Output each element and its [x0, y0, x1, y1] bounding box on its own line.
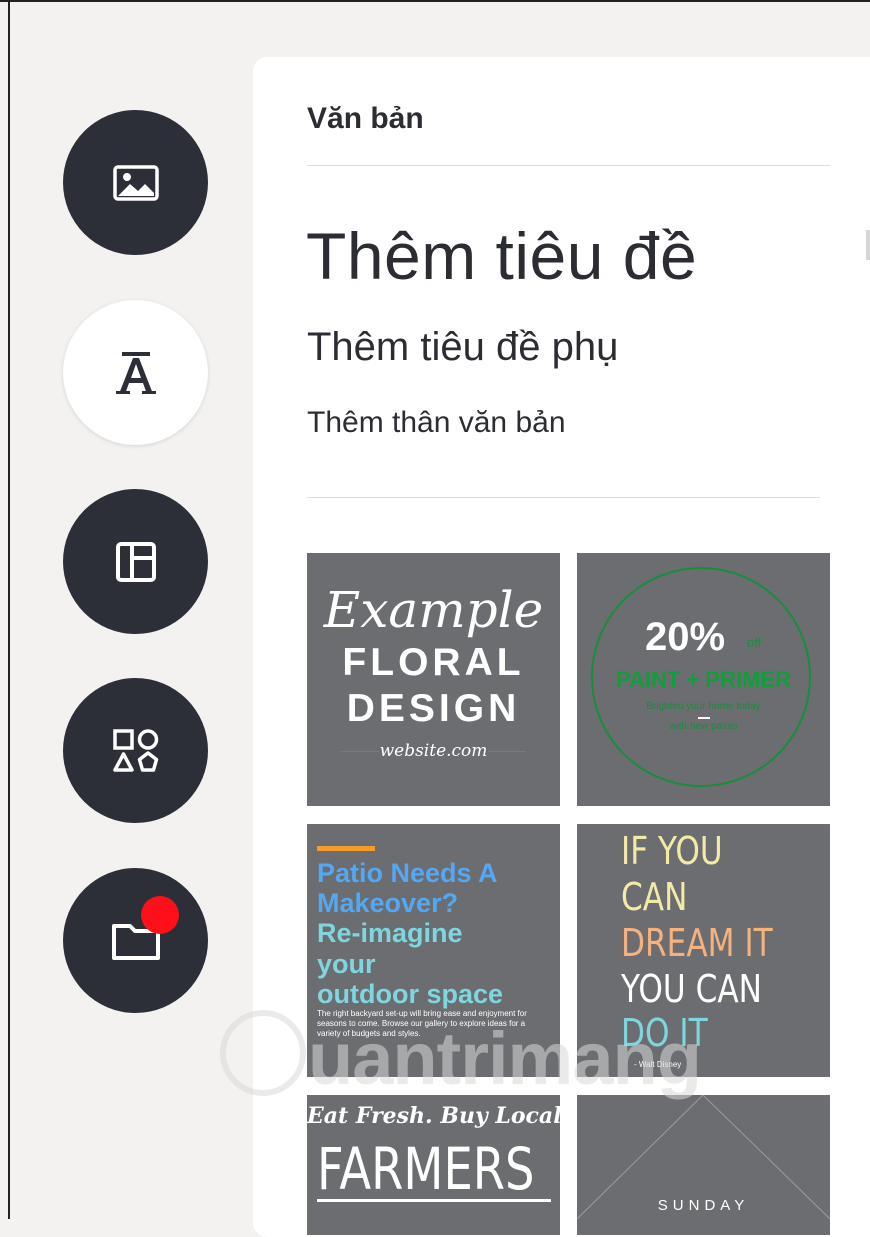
- template-text: IF YOU: [621, 829, 723, 873]
- template-script-text: Example: [323, 581, 544, 639]
- divider: [307, 165, 830, 166]
- add-body-text-button[interactable]: Thêm thân văn bản: [307, 406, 566, 440]
- template-text: with new paints: [669, 721, 738, 732]
- template-text: website.com: [379, 741, 488, 761]
- decorative-lines: [577, 1095, 830, 1220]
- divider: [307, 497, 820, 498]
- image-icon: [112, 164, 159, 201]
- window-left-border: [8, 0, 10, 1219]
- template-text: DESIGN: [346, 687, 521, 730]
- template-text: FARMERS: [317, 1135, 535, 1203]
- template-text: your: [317, 949, 376, 979]
- add-subheading-button[interactable]: Thêm tiêu đề phụ: [307, 325, 618, 370]
- sidebar-item-uploads[interactable]: [63, 868, 208, 1013]
- template-text: Makeover?: [317, 888, 459, 918]
- panel-title: Văn bản: [307, 102, 424, 135]
- template-text: Eat Fresh. Buy Local.: [307, 1103, 560, 1129]
- sidebar-item-text[interactable]: [63, 300, 208, 445]
- decorative-rule: [317, 1199, 551, 1202]
- sidebar-item-photos[interactable]: [63, 110, 208, 255]
- template-sunday[interactable]: SUNDAY: [577, 1095, 830, 1235]
- template-text: The right backyard set-up will bring eas…: [317, 1009, 527, 1038]
- sidebar-item-templates[interactable]: [63, 489, 208, 634]
- template-text: Re-imagine: [317, 918, 463, 948]
- notification-dot: [141, 896, 179, 934]
- template-text: DREAM IT: [621, 921, 773, 965]
- decorative-dash: [698, 717, 710, 719]
- template-text: outdoor space: [317, 979, 504, 1009]
- scroll-edge: [866, 230, 870, 260]
- template-dream-quote[interactable]: IF YOU CAN DREAM IT YOU CAN DO IT - Walt…: [577, 824, 830, 1077]
- template-text: FLORAL: [342, 641, 525, 684]
- template-text: YOU CAN: [621, 967, 762, 1011]
- template-text: SUNDAY: [657, 1197, 750, 1214]
- template-paint-primer[interactable]: 20% off PAINT + PRIMER Brighten your hom…: [577, 553, 830, 806]
- template-text: CAN: [621, 875, 688, 919]
- sidebar-item-elements[interactable]: [63, 678, 208, 823]
- layout-icon: [115, 541, 156, 582]
- template-text: Brighten your home today: [646, 701, 761, 712]
- template-text: DO IT: [621, 1011, 708, 1055]
- template-text: - Walt Disney: [634, 1060, 682, 1069]
- template-text: 20%: [645, 615, 726, 659]
- template-floral-design[interactable]: Example FLORAL DESIGN website.com: [307, 553, 560, 806]
- template-text: PAINT + PRIMER: [615, 667, 791, 692]
- template-patio-makeover[interactable]: Patio Needs A Makeover? Re-imagine your …: [307, 824, 560, 1077]
- shapes-icon: [112, 728, 158, 772]
- template-text: Patio Needs A: [317, 858, 498, 888]
- template-text: off: [747, 635, 762, 650]
- decorative-bar: [317, 846, 375, 851]
- text-icon: [115, 351, 156, 394]
- add-heading-button[interactable]: Thêm tiêu đề: [306, 218, 697, 294]
- template-farmers-market[interactable]: Eat Fresh. Buy Local. FARMERS: [307, 1095, 560, 1235]
- window-top-border: [0, 0, 870, 2]
